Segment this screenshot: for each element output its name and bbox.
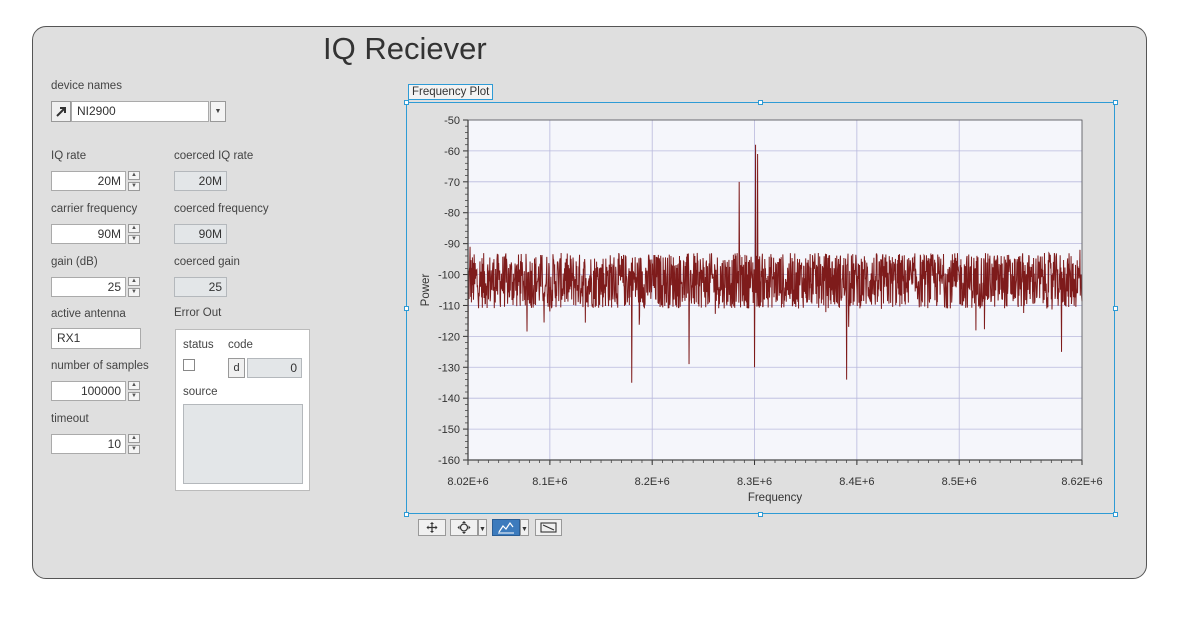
- timeout-stepper[interactable]: ▲ ▼: [128, 434, 140, 454]
- resize-handle[interactable]: [1113, 306, 1118, 311]
- magnifier-button[interactable]: [535, 519, 562, 536]
- timeout-input[interactable]: 10: [51, 434, 126, 454]
- plot-selection-frame: [406, 102, 1115, 514]
- gain-stepper[interactable]: ▲ ▼: [128, 277, 140, 297]
- carrier-frequency-stepper[interactable]: ▲ ▼: [128, 224, 140, 244]
- magnifier-icon: [540, 522, 557, 533]
- coerced-iq-rate-label: coerced IQ rate: [174, 150, 254, 162]
- resize-handle[interactable]: [758, 100, 763, 105]
- coerced-iq-rate-indicator: 20M: [174, 171, 227, 191]
- number-of-samples-label: number of samples: [51, 360, 149, 372]
- carrier-frequency-input[interactable]: 90M: [51, 224, 126, 244]
- active-antenna-field[interactable]: RX1: [51, 328, 141, 349]
- coerced-frequency-indicator: 90M: [174, 224, 227, 244]
- pan-button[interactable]: [492, 519, 520, 536]
- source-indicator: [183, 404, 303, 484]
- iq-rate-label: IQ rate: [51, 150, 87, 162]
- resize-handle[interactable]: [1113, 100, 1118, 105]
- carrier-frequency-label: carrier frequency: [51, 203, 138, 215]
- device-names-label: device names: [51, 80, 122, 92]
- status-label: status: [183, 339, 214, 351]
- zoom-button[interactable]: [450, 519, 478, 536]
- error-out-label: Error Out: [174, 307, 222, 319]
- zoom-dropdown[interactable]: ▼: [478, 519, 487, 536]
- code-label: code: [228, 339, 253, 351]
- resize-handle[interactable]: [404, 512, 409, 517]
- pan-dropdown[interactable]: ▼: [520, 519, 529, 536]
- arrow-icon: [56, 107, 66, 117]
- timeout-label: timeout: [51, 413, 89, 425]
- frequency-plot-label: Frequency Plot: [408, 84, 494, 100]
- gain-input[interactable]: 25: [51, 277, 126, 297]
- cursor-move-icon: [426, 522, 438, 533]
- radix-selector[interactable]: d: [228, 358, 245, 378]
- resize-handle[interactable]: [1113, 512, 1118, 517]
- active-antenna-label: active antenna: [51, 308, 126, 320]
- number-of-samples-input[interactable]: 100000: [51, 381, 126, 401]
- device-names-field[interactable]: NI2900: [71, 101, 209, 122]
- resize-handle[interactable]: [758, 512, 763, 517]
- source-label: source: [183, 386, 218, 398]
- browse-button[interactable]: [51, 101, 71, 122]
- code-indicator: 0: [247, 358, 302, 378]
- status-checkbox[interactable]: [183, 359, 195, 371]
- resize-handle[interactable]: [404, 100, 409, 105]
- pan-icon: [498, 521, 514, 534]
- iq-rate-input[interactable]: 20M: [51, 171, 126, 191]
- cursor-move-button[interactable]: [418, 519, 446, 536]
- iq-rate-stepper[interactable]: ▲ ▼: [128, 171, 140, 191]
- number-of-samples-stepper[interactable]: ▲ ▼: [128, 381, 140, 401]
- coerced-gain-indicator: 25: [174, 277, 227, 297]
- coerced-gain-label: coerced gain: [174, 256, 240, 268]
- device-dropdown-button[interactable]: ▼: [210, 101, 226, 122]
- coerced-frequency-label: coerced frequency: [174, 203, 269, 215]
- resize-handle[interactable]: [404, 306, 409, 311]
- gain-label: gain (dB): [51, 256, 98, 268]
- window-title: IQ Reciever: [323, 31, 487, 66]
- zoom-icon: [457, 521, 471, 534]
